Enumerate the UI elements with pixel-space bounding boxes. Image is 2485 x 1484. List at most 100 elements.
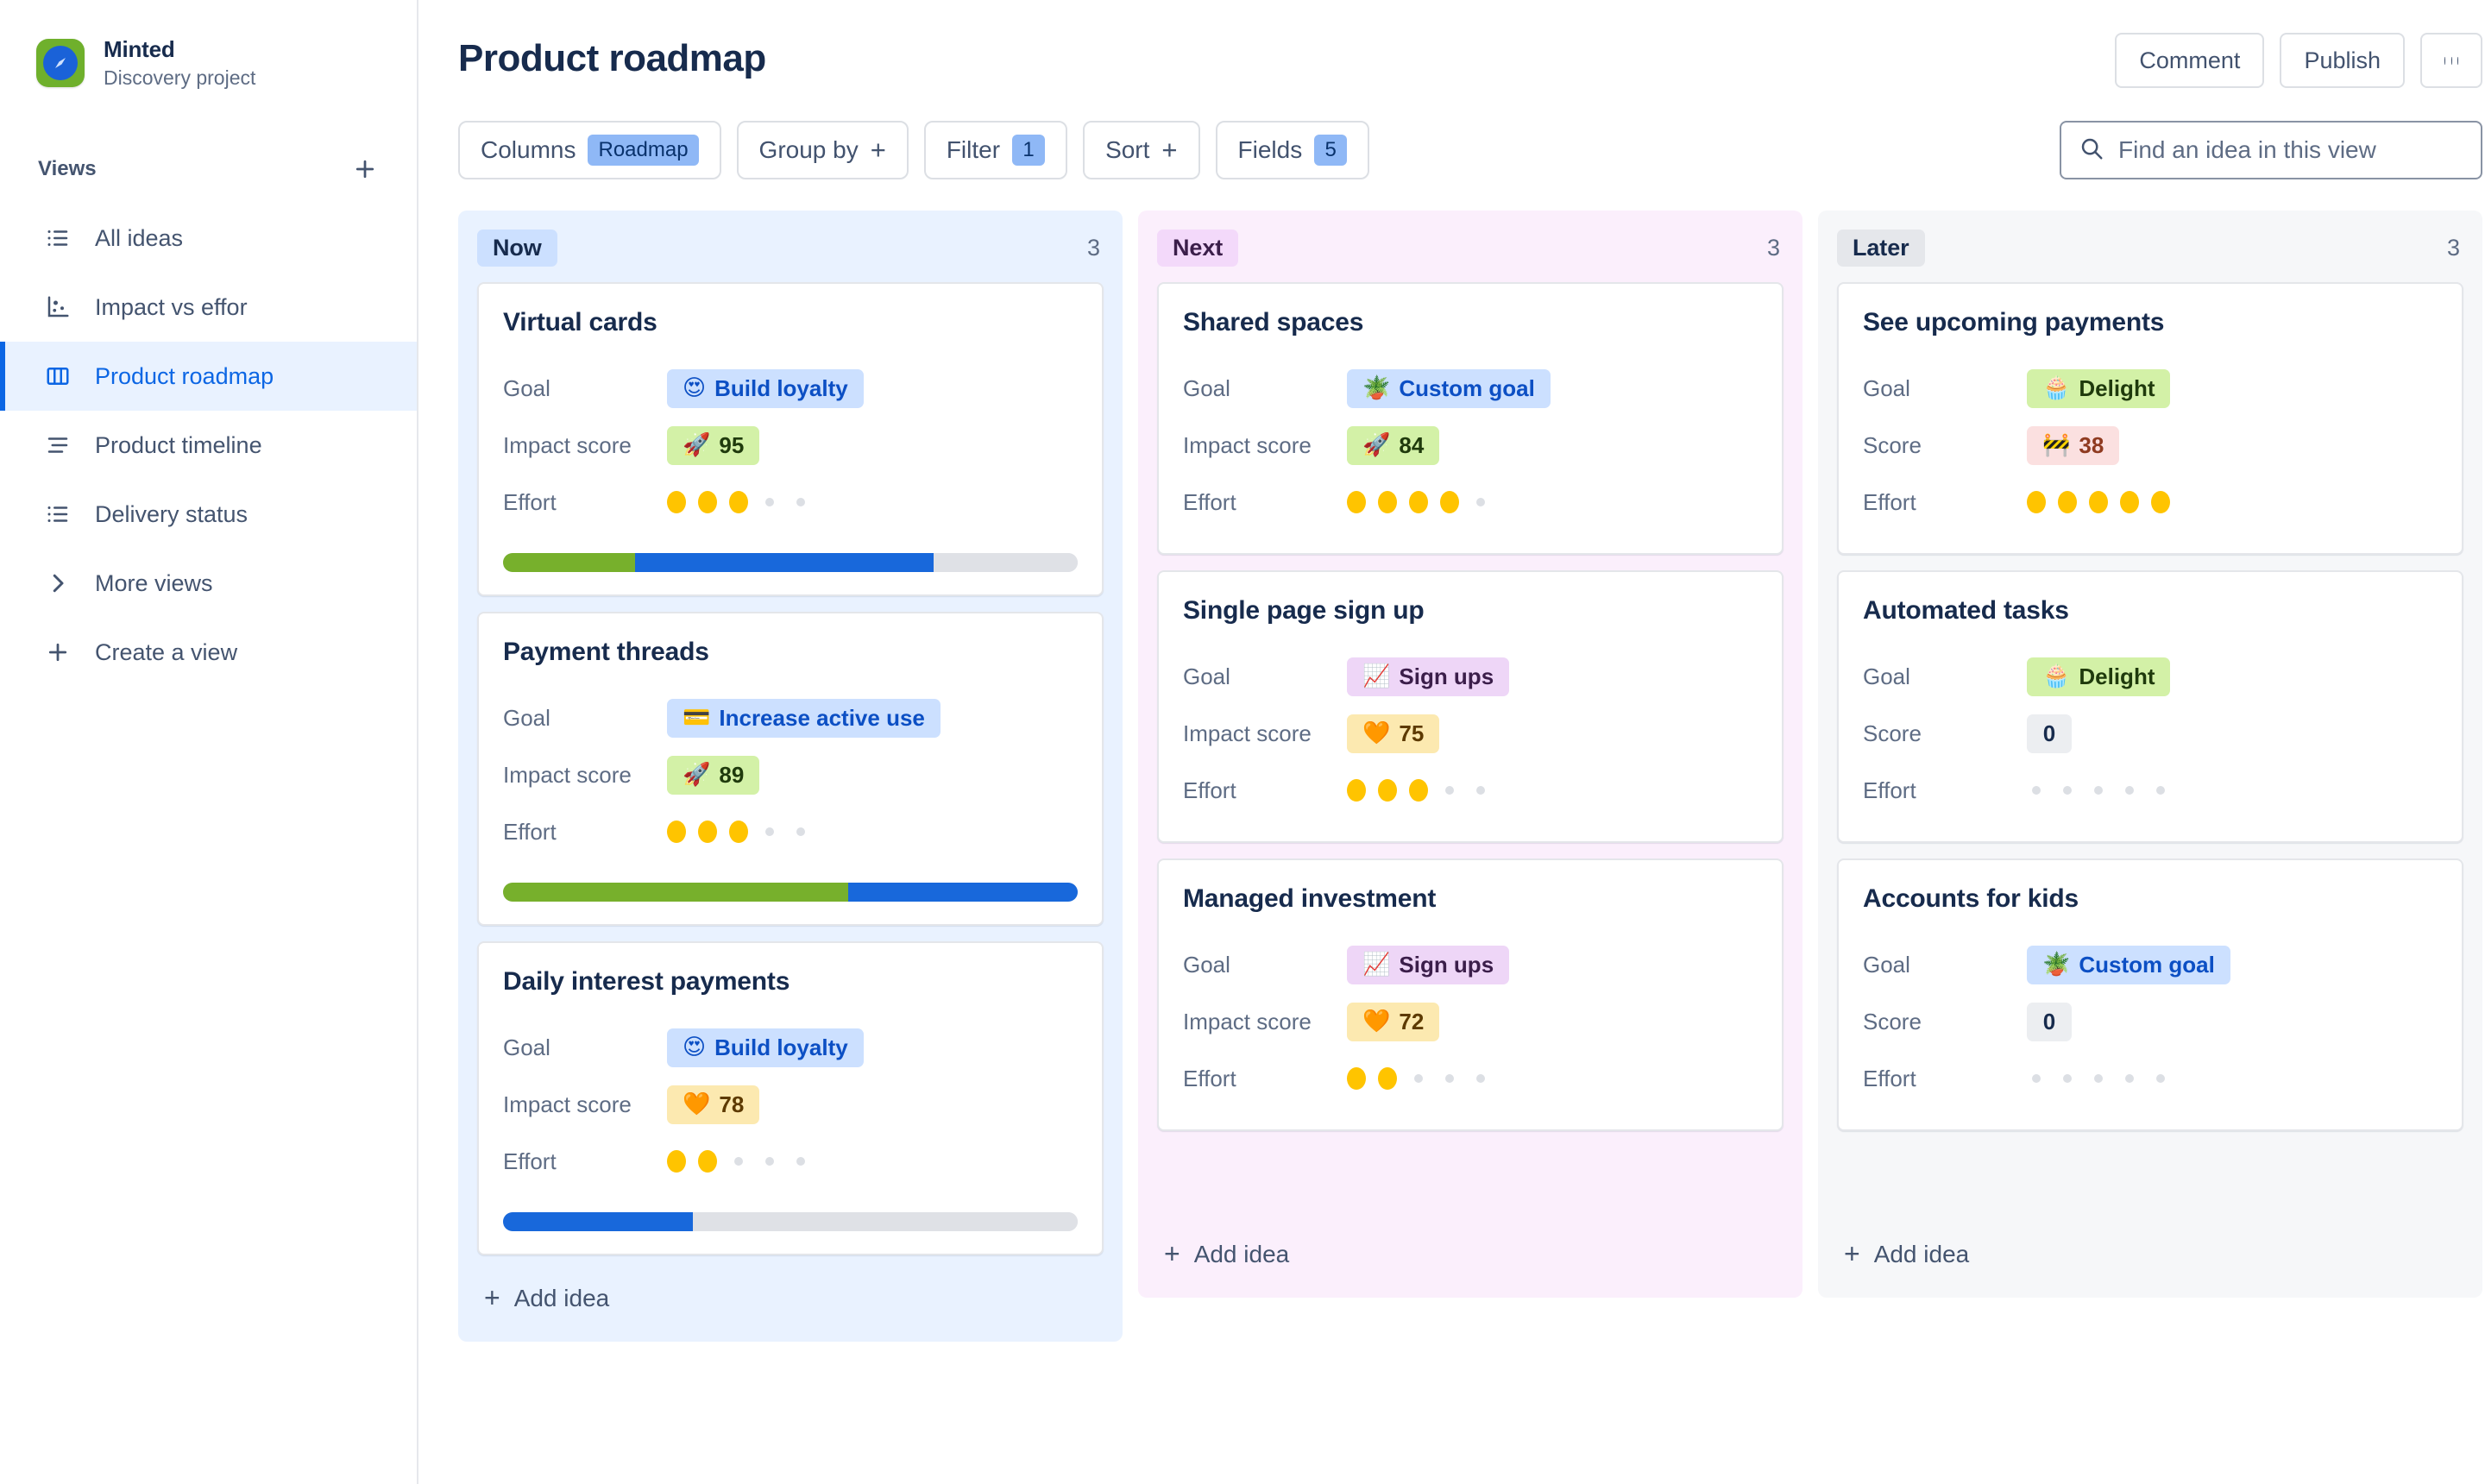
goal-emoji-icon: 🪴 <box>2042 952 2071 978</box>
field-label: Effort <box>503 1148 557 1174</box>
idea-card[interactable]: See upcoming payments Goal 🧁 Delight Score 🚧 3… <box>1837 282 2463 555</box>
goal-tag[interactable]: 🪴 Custom goal <box>2027 945 2230 984</box>
plus-icon: + <box>870 134 886 165</box>
score-tag[interactable]: 🧡 78 <box>667 1085 760 1124</box>
column-header: Now 3 <box>458 211 1123 282</box>
score-tag[interactable]: 🧡 72 <box>1347 1002 1440 1041</box>
score-value: 75 <box>1399 720 1425 746</box>
effort-rating[interactable] <box>1347 779 1490 802</box>
sidebar-item-all-ideas[interactable]: All ideas <box>0 204 417 273</box>
card-title: Single page sign up <box>1183 596 1425 625</box>
effort-pip <box>796 498 805 506</box>
column-title-pill[interactable]: Now <box>477 230 557 267</box>
effort-rating[interactable] <box>1347 1067 1490 1090</box>
search-box[interactable] <box>2060 121 2482 179</box>
idea-card[interactable]: Daily interest payments Goal 😍 Build loyalt… <box>477 941 1104 1255</box>
brand-header[interactable]: Minted Discovery project <box>0 0 417 90</box>
idea-card[interactable]: Payment threads Goal 💳 Increase active use I… <box>477 612 1104 926</box>
score-emoji-icon: 🧡 <box>683 1091 711 1117</box>
effort-rating[interactable] <box>2027 491 2170 513</box>
field-label: Effort <box>1183 777 1236 803</box>
effort-rating[interactable] <box>2027 1074 2170 1083</box>
effort-rating[interactable] <box>667 491 810 513</box>
sidebar-item-create-a-view[interactable]: Create a view <box>0 618 417 687</box>
effort-pip <box>1409 779 1428 802</box>
effort-pip <box>1347 1067 1366 1090</box>
effort-pip <box>698 491 717 513</box>
score-emoji-icon: 🚀 <box>1362 432 1391 458</box>
idea-card[interactable]: Managed investment Goal 📈 Sign ups Impact sc… <box>1157 858 1784 1131</box>
fields-label: Fields <box>1237 136 1303 163</box>
idea-card[interactable]: Single page sign up Goal 📈 Sign ups Impact s… <box>1157 570 1784 843</box>
publish-button[interactable]: Publish <box>2280 33 2405 88</box>
goal-tag[interactable]: 📈 Sign ups <box>1347 657 1510 696</box>
idea-card[interactable]: Accounts for kids Goal 🪴 Custom goal Score 0 E… <box>1837 858 2463 1131</box>
goal-tag[interactable]: 📈 Sign ups <box>1347 945 1510 984</box>
sidebar-item-more-views[interactable]: More views <box>0 549 417 618</box>
score-tag[interactable]: 🚀 84 <box>1347 425 1440 465</box>
card-field-score: Score 0 <box>1863 705 2438 762</box>
goal-tag[interactable]: 💳 Increase active use <box>667 698 941 738</box>
add-idea-button[interactable]: + Add idea <box>1138 1211 1802 1298</box>
column-header: Later 3 <box>1818 211 2482 282</box>
fields-button[interactable]: Fields 5 <box>1215 121 1370 179</box>
add-idea-button[interactable]: + Add idea <box>458 1255 1123 1342</box>
search-input[interactable] <box>2118 136 2463 164</box>
group-by-button[interactable]: Group by + <box>736 121 909 179</box>
sidebar-item-product-timeline[interactable]: Product timeline <box>0 411 417 480</box>
card-field-goal: Goal 🪴 Custom goal <box>1183 360 1758 417</box>
goal-emoji-icon: 📈 <box>1362 663 1391 689</box>
sort-button[interactable]: Sort + <box>1083 121 1200 179</box>
goal-tag[interactable]: 🧁 Delight <box>2027 368 2171 408</box>
effort-rating[interactable] <box>1347 491 1490 513</box>
idea-card[interactable]: Automated tasks Goal 🧁 Delight Score 0 Effort <box>1837 570 2463 843</box>
page-header: Product roadmap Comment Publish <box>418 0 2485 88</box>
field-label: Impact score <box>1183 1008 1312 1034</box>
effort-rating[interactable] <box>2027 786 2170 795</box>
card-field-score: Impact score 🚀 89 <box>503 746 1078 803</box>
field-label: Effort <box>1863 1065 1916 1091</box>
add-view-icon[interactable] <box>348 152 382 186</box>
filter-button[interactable]: Filter 1 <box>923 121 1068 179</box>
goal-value: Sign ups <box>1399 663 1494 689</box>
column-title-pill[interactable]: Next <box>1157 230 1239 267</box>
effort-rating[interactable] <box>667 1150 810 1173</box>
card-field-score: Impact score 🧡 78 <box>503 1076 1078 1133</box>
score-tag[interactable]: 🧡 75 <box>1347 714 1440 753</box>
field-label: Goal <box>503 1034 550 1060</box>
goal-tag[interactable]: 🧁 Delight <box>2027 657 2171 696</box>
add-idea-label: Add idea <box>513 1285 610 1311</box>
goal-tag[interactable]: 😍 Build loyalty <box>667 368 864 408</box>
goal-tag[interactable]: 🪴 Custom goal <box>1347 368 1551 408</box>
score-emoji-icon: 🧡 <box>1362 720 1391 746</box>
effort-pip <box>698 821 717 843</box>
group-by-label: Group by <box>758 136 859 163</box>
column-title-pill[interactable]: Later <box>1837 230 1925 267</box>
goal-tag[interactable]: 😍 Build loyalty <box>667 1028 864 1067</box>
add-idea-button[interactable]: + Add idea <box>1818 1211 2482 1298</box>
sidebar-item-impact-vs-effort[interactable]: Impact vs effor <box>0 273 417 342</box>
goal-emoji-icon: 😍 <box>683 1034 707 1060</box>
column-count: 3 <box>1766 235 1780 261</box>
idea-card[interactable]: Virtual cards Goal 😍 Build loyalty Impact sc… <box>477 282 1104 596</box>
score-tag[interactable]: 0 <box>2027 1002 2072 1041</box>
effort-pip <box>1414 1074 1423 1083</box>
comment-button[interactable]: Comment <box>2115 33 2265 88</box>
sidebar-item-product-roadmap[interactable]: Product roadmap <box>0 342 417 411</box>
score-tag[interactable]: 🚧 38 <box>2027 425 2120 465</box>
score-tag[interactable]: 🚀 89 <box>667 755 760 795</box>
more-options-button[interactable] <box>2420 33 2482 88</box>
idea-card[interactable]: Shared spaces Goal 🪴 Custom goal Impact scor… <box>1157 282 1784 555</box>
effort-rating[interactable] <box>667 821 810 843</box>
score-tag[interactable]: 0 <box>2027 714 2072 753</box>
card-field-goal: Goal 🧁 Delight <box>1863 648 2438 705</box>
score-tag[interactable]: 🚀 95 <box>667 425 760 465</box>
effort-pip <box>1476 1074 1485 1083</box>
progress-segment-blue <box>503 1212 693 1231</box>
card-field-goal: Goal 😍 Build loyalty <box>503 360 1078 417</box>
sidebar-item-delivery-status[interactable]: Delivery status <box>0 480 417 549</box>
effort-pip <box>1378 491 1397 513</box>
fields-count-badge: 5 <box>1314 135 1348 166</box>
columns-button[interactable]: Columns Roadmap <box>458 121 721 179</box>
compass-needle-icon <box>55 58 66 68</box>
